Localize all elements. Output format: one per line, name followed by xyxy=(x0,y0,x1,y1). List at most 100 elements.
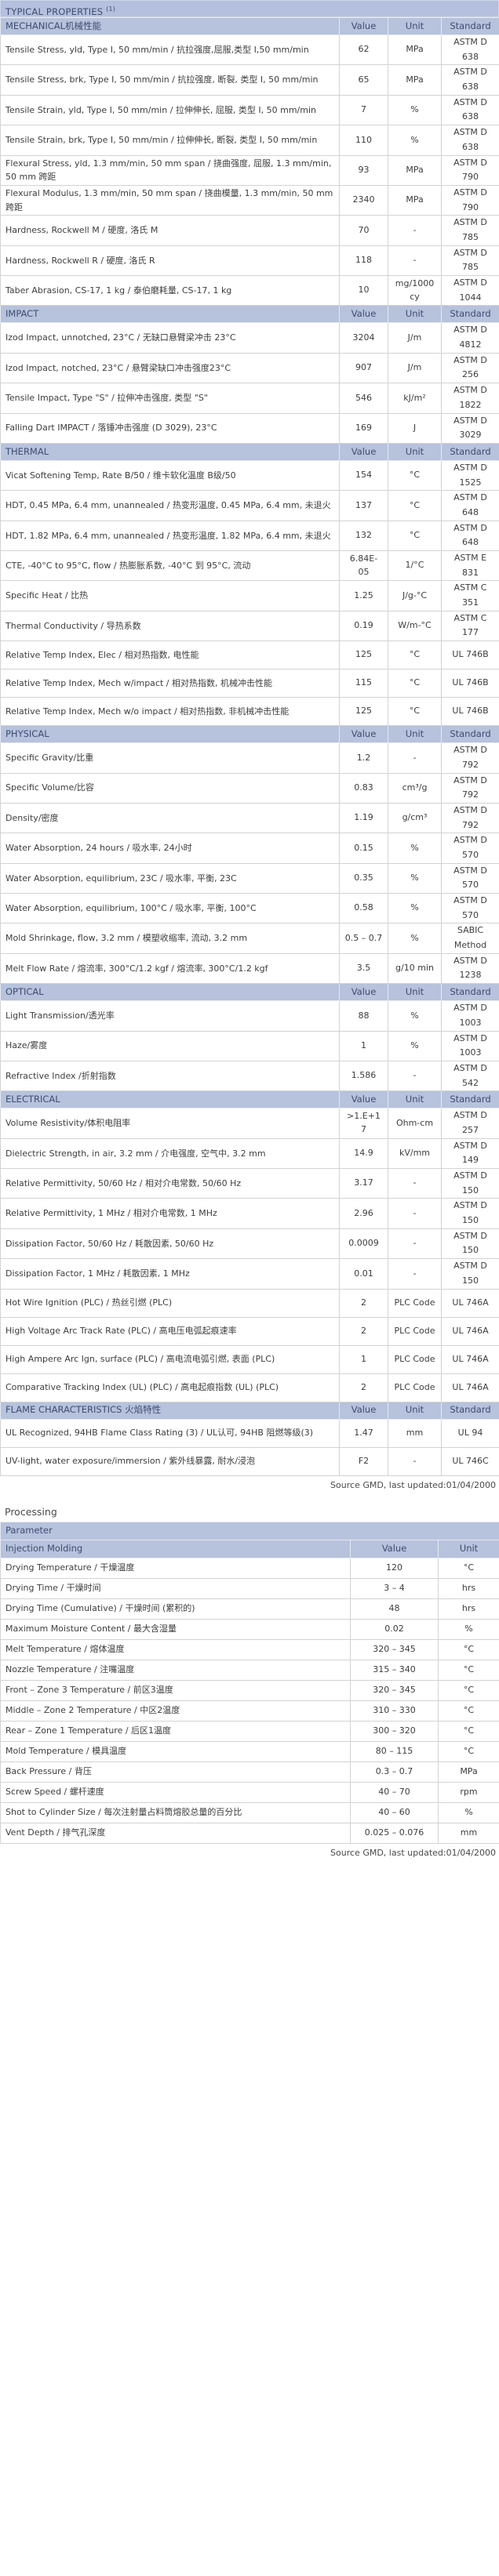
processing-row: Drying Temperature / 干燥温度 120 °C xyxy=(0,1557,499,1579)
property-unit: - xyxy=(388,742,442,774)
property-standard: ASTM D 149 xyxy=(441,1137,499,1170)
property-standard: ASTM C 177 xyxy=(441,610,499,642)
unit-header: Unit xyxy=(388,17,442,35)
property-standard: ASTM D 4812 xyxy=(441,322,499,354)
processing-param-name: Back Pressure / 背压 xyxy=(0,1761,351,1783)
processing-row: Drying Time (Cumulative) / 干燥时间 (累积的) 48 h… xyxy=(0,1598,499,1620)
property-value: 10 xyxy=(339,274,388,307)
property-name: Dielectric Strength, in air, 3.2 mm / 介电… xyxy=(0,1137,340,1170)
property-unit: PLC Code xyxy=(388,1373,442,1402)
property-name: Vicat Softening Temp, Rate B/50 / 维卡软化温度… xyxy=(0,459,340,492)
property-value: 0.58 xyxy=(339,892,388,924)
property-standard: ASTM D 638 xyxy=(441,94,499,126)
processing-row: Drying Time / 干燥时间 3 – 4 hrs xyxy=(0,1577,499,1599)
property-row: Tensile Strain, brk, Type I, 50 mm/min /… xyxy=(0,125,499,156)
processing-param-name: Drying Time (Cumulative) / 干燥时间 (累积的) xyxy=(0,1598,351,1620)
processing-row: Maximum Moisture Content / 最大含湿量 0.02% xyxy=(0,1618,499,1640)
processing-param-name: Maximum Moisture Content / 最大含湿量 xyxy=(0,1618,351,1640)
property-row: Haze/雾度 1% ASTM D 1003 xyxy=(0,1030,499,1061)
property-name: Tensile Strain, yld, Type I, 50 mm/min /… xyxy=(0,94,340,126)
property-unit: MPa xyxy=(388,184,442,216)
property-unit: - xyxy=(388,1167,442,1199)
processing-param-unit: hrs xyxy=(438,1577,499,1599)
section-title: IMPACT xyxy=(0,305,340,324)
property-unit: mm xyxy=(388,1418,442,1448)
property-value: 2 xyxy=(339,1288,388,1318)
section-header-row: ELECTRICAL Value Unit Standard xyxy=(0,1090,499,1109)
processing-row: Screw Speed / 螺杆速度 40 – 70 rpm xyxy=(0,1781,499,1803)
property-row: Izod Impact, unnotched, 23°C / 无缺口悬臂梁冲击 … xyxy=(0,322,499,354)
property-unit: J/m xyxy=(388,322,442,354)
property-row: UV-light, water exposure/immersion / 紫外线… xyxy=(0,1446,499,1476)
property-unit: % xyxy=(388,1000,442,1032)
property-row: Water Absorption, 24 hours / 吸水率, 24小时 0.… xyxy=(0,833,499,864)
property-unit: J xyxy=(388,412,442,444)
property-standard: ASTM D 785 xyxy=(441,215,499,246)
processing-param-unit: hrs xyxy=(438,1598,499,1620)
standard-header: Standard xyxy=(441,442,499,461)
property-name: Tensile Stress, yld, Type I, 50 mm/min /… xyxy=(0,34,340,66)
property-name: Water Absorption, equilibrium, 23C / 吸水率… xyxy=(0,862,340,894)
processing-param-value: 300 – 320 xyxy=(350,1720,439,1742)
standard-header: Standard xyxy=(441,983,499,1002)
property-row: Specific Heat / 比热 1.25 J/g-°C ASTM C 351 xyxy=(0,580,499,611)
property-value: 132 xyxy=(339,520,388,552)
property-row: Comparative Tracking Index (UL) (PLC) / … xyxy=(0,1373,499,1402)
property-row: Tensile Impact, Type "S" / 拉伸冲击强度, 类型 "S… xyxy=(0,383,499,414)
property-name: Izod Impact, unnotched, 23°C / 无缺口悬臂梁冲击 … xyxy=(0,322,340,354)
property-row: Izod Impact, notched, 23°C / 悬臂梁缺口冲击强度23… xyxy=(0,352,499,384)
property-unit: 1/°C xyxy=(388,550,442,582)
section-title: ELECTRICAL xyxy=(0,1090,340,1109)
property-value: 118 xyxy=(339,245,388,277)
property-standard: ASTM D 150 xyxy=(441,1258,499,1290)
property-unit: % xyxy=(388,833,442,864)
property-value: 2.96 xyxy=(339,1198,388,1229)
property-name: High Ampere Arc Ign, surface (PLC) / 高电流… xyxy=(0,1344,340,1374)
property-unit: PLC Code xyxy=(388,1344,442,1374)
property-value: 1 xyxy=(339,1030,388,1061)
property-value: 1.2 xyxy=(339,742,388,774)
property-standard: ASTM D 792 xyxy=(441,772,499,804)
processing-param-value: 0.025 – 0.076 xyxy=(350,1822,439,1844)
property-standard: ASTM D 1822 xyxy=(441,383,499,414)
property-value: 7 xyxy=(339,94,388,126)
standard-header: Standard xyxy=(441,725,499,744)
property-standard: ASTM D 3029 xyxy=(441,412,499,444)
property-row: Relative Temp Index, Mech w/o impact / 相… xyxy=(0,697,499,727)
property-value: 3204 xyxy=(339,322,388,354)
property-row: Water Absorption, equilibrium, 23C / 吸水率… xyxy=(0,862,499,894)
property-value: 115 xyxy=(339,669,388,698)
property-name: Taber Abrasion, CS-17, 1 kg / 泰伯磨耗量, CS-… xyxy=(0,274,340,307)
property-name: Mold Shrinkage, flow, 3.2 mm / 模塑收缩率, 流动… xyxy=(0,923,340,954)
value-header: Value xyxy=(350,1539,439,1558)
processing-param-value: 120 xyxy=(350,1557,439,1579)
section-title: FLAME CHARACTERISTICS 火焰特性 xyxy=(0,1401,340,1420)
property-unit: °C xyxy=(388,697,442,727)
property-value: 125 xyxy=(339,697,388,727)
property-row: Mold Shrinkage, flow, 3.2 mm / 模塑收缩率, 流动… xyxy=(0,923,499,954)
property-row: Flexural Modulus, 1.3 mm/min, 50 mm span… xyxy=(0,184,499,216)
property-value: F2 xyxy=(339,1446,388,1476)
property-value: 1.586 xyxy=(339,1060,388,1092)
property-name: Relative Temp Index, Mech w/o impact / 相… xyxy=(0,697,340,727)
injection-molding-header: Injection Molding xyxy=(0,1539,351,1558)
processing-heading: Processing xyxy=(5,1505,57,1518)
property-row: Dissipation Factor, 1 MHz / 耗散因素, 1 MHz 0… xyxy=(0,1258,499,1290)
standard-header: Standard xyxy=(441,17,499,35)
property-row: Thermal Conductivity / 导热系数 0.19 W/m-°C AST… xyxy=(0,610,499,642)
property-row: HDT, 0.45 MPa, 6.4 mm, unannealed / 热变形温… xyxy=(0,490,499,521)
property-unit: mg/1000cy xyxy=(388,274,442,307)
property-value: 6.84E-05 xyxy=(339,550,388,582)
property-value: 0.19 xyxy=(339,610,388,642)
property-row: Specific Gravity/比重 1.2- ASTM D 792 xyxy=(0,742,499,774)
property-row: Melt Flow Rate / 熔流率, 300°C/1.2 kgf / 熔流… xyxy=(0,952,499,985)
property-unit: % xyxy=(388,125,442,156)
property-row: Vicat Softening Temp, Rate B/50 / 维卡软化温度… xyxy=(0,459,499,492)
processing-param-unit: % xyxy=(438,1618,499,1640)
section-header-row: IMPACT Value Unit Standard xyxy=(0,305,499,324)
property-unit: °C xyxy=(388,459,442,492)
property-name: Water Absorption, equilibrium, 100°C / 吸… xyxy=(0,892,340,924)
unit-header: Unit xyxy=(388,725,442,744)
property-name: Dissipation Factor, 1 MHz / 耗散因素, 1 MHz xyxy=(0,1258,340,1290)
value-header: Value xyxy=(339,1401,388,1420)
